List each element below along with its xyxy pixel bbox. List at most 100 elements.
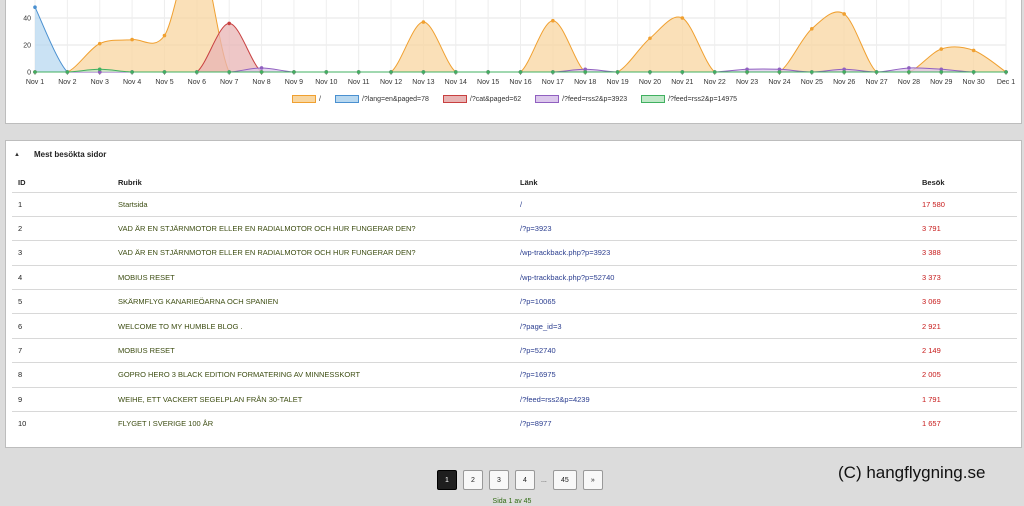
data-point [421, 70, 426, 74]
row-link[interactable]: /?p=16975 [514, 362, 916, 388]
table-row: 4 MOBIUS RESET/wp-trackback.php?p=52740 3 … [12, 264, 1017, 290]
x-tick-label: Nov 10 [315, 79, 337, 86]
page-button-2[interactable]: 2 [463, 470, 483, 490]
data-point [259, 70, 264, 74]
data-point [130, 37, 134, 42]
x-tick-label: Nov 9 [285, 79, 303, 86]
x-tick-label: Nov 26 [833, 79, 855, 86]
pages-table: ID Rubrik Länk Besök 1 Startsida/17 580 2 V… [12, 173, 1017, 436]
x-tick-label: Nov 29 [930, 79, 952, 86]
row-title[interactable]: Startsida [112, 191, 514, 217]
x-tick-label: Nov 19 [607, 79, 629, 86]
legend-item[interactable]: /?feed=rss2&p=14975 [641, 93, 737, 105]
data-point [486, 70, 490, 74]
legend-label: / [319, 95, 321, 103]
legend-label: /?cat&paged=62 [469, 95, 522, 103]
row-visits: 3 791 [916, 215, 1017, 241]
data-point [518, 70, 523, 74]
legend-item[interactable]: /?cat&paged=62 [442, 93, 522, 105]
x-tick-label: Nov 24 [768, 79, 790, 86]
row-title[interactable]: SKÄRMFLYG KANARIEÖARNA OCH SPANIEN [112, 289, 514, 314]
data-point [453, 70, 458, 74]
x-tick-label: Nov 28 [898, 79, 920, 86]
y-tick-label: 0 [27, 70, 31, 77]
col-header-title[interactable]: Rubrik [112, 173, 514, 192]
x-tick-label: Nov 21 [671, 79, 693, 86]
row-title[interactable]: VAD ÄR EN STJÄRNMOTOR ELLER EN RADIALMOT… [112, 215, 514, 241]
table-row: 1 Startsida/17 580 [12, 191, 1017, 217]
row-link[interactable]: /?p=3923 [514, 215, 916, 241]
row-link[interactable]: / [514, 191, 916, 217]
table-row: 5 SKÄRMFLYG KANARIEÖARNA OCH SPANIEN/?p=1… [12, 289, 1017, 314]
row-title[interactable]: GOPRO HERO 3 BLACK EDITION FORMATERING A… [112, 362, 514, 388]
data-point [810, 27, 814, 31]
row-link[interactable]: /wp-trackback.php?p=3923 [514, 240, 916, 266]
row-id: 7 [12, 337, 112, 363]
collapse-caret-icon[interactable]: ▲ [14, 152, 20, 158]
data-point [583, 70, 588, 74]
data-point [33, 5, 37, 9]
x-tick-label: Nov 2 [58, 79, 76, 86]
row-link[interactable]: /?p=52740 [514, 337, 916, 363]
row-visits: 2 005 [916, 362, 1017, 388]
x-tick-label: Nov 7 [220, 79, 238, 86]
data-point [292, 70, 296, 74]
pagination: 1 2 3 4 ... 45 » [437, 470, 603, 490]
row-link[interactable]: /?page_id=3 [514, 313, 916, 339]
x-tick-label: Nov 1 [26, 79, 44, 86]
row-id: 3 [12, 240, 112, 266]
data-point [356, 70, 361, 74]
data-point [648, 36, 652, 41]
data-point [680, 70, 685, 74]
x-tick-label: Nov 3 [91, 79, 109, 86]
x-tick-label: Nov 14 [445, 79, 467, 86]
data-point [227, 21, 231, 26]
data-point [65, 70, 70, 74]
row-title[interactable]: WELCOME TO MY HUMBLE BLOG . [112, 313, 514, 339]
col-header-id[interactable]: ID [12, 173, 112, 192]
legend-item[interactable]: / [292, 93, 321, 105]
page-button-last[interactable]: 45 [552, 470, 577, 490]
data-point [971, 70, 976, 74]
x-tick-label: Nov 18 [574, 79, 596, 86]
data-point [130, 70, 134, 74]
row-link[interactable]: /wp-trackback.php?p=52740 [514, 264, 916, 290]
x-tick-label: Nov 8 [252, 79, 270, 86]
x-tick-label: Nov 6 [188, 79, 206, 86]
next-page-button[interactable]: » [582, 470, 603, 490]
row-link[interactable]: /?feed=rss2&p=4239 [514, 386, 916, 412]
col-header-link[interactable]: Länk [514, 173, 916, 192]
row-visits: 1 657 [916, 411, 1017, 436]
chart-panel: 0 20 40 Nov 1 Nov 2 Nov 3 Nov 4 Nov 5 Nov 6 Nov 7… [5, 0, 1022, 124]
chart-legend: / /?lang=en&paged=78 /?cat&paged=62 /?feed=… [6, 93, 1023, 105]
row-title[interactable]: MOBIUS RESET [112, 337, 514, 363]
legend-swatch [641, 95, 666, 103]
row-title[interactable]: WEIHE, ETT VACKERT SEGELPLAN FRÅN 30-TAL… [112, 386, 514, 412]
page-button-4[interactable]: 4 [515, 470, 535, 490]
col-header-visits[interactable]: Besök [916, 173, 1017, 192]
legend-item[interactable]: /?lang=en&paged=78 [334, 93, 429, 105]
page-button-1[interactable]: 1 [437, 470, 457, 490]
legend-item[interactable]: /?feed=rss2&p=3923 [535, 93, 627, 105]
table-row: 8 GOPRO HERO 3 BLACK EDITION FORMATERING … [12, 362, 1017, 388]
data-point [227, 70, 231, 74]
y-tick-label: 20 [23, 43, 31, 50]
row-link[interactable]: /?p=10065 [514, 289, 916, 314]
row-link[interactable]: /?p=8977 [514, 411, 916, 436]
row-title[interactable]: FLYGET I SVERIGE 100 ÅR [112, 411, 514, 436]
row-visits: 3 069 [916, 289, 1017, 314]
row-title[interactable]: MOBIUS RESET [112, 264, 514, 290]
data-point [162, 33, 167, 38]
data-point [648, 70, 652, 74]
visits-chart: 0 20 40 Nov 1 Nov 2 Nov 3 Nov 4 Nov 5 Nov 6 Nov 7… [23, 0, 1015, 86]
legend-swatch [442, 95, 467, 103]
data-point [259, 66, 264, 70]
data-point [712, 70, 717, 74]
x-tick-label: Nov 25 [801, 79, 823, 86]
x-tick-label: Nov 20 [639, 79, 661, 86]
panel-header[interactable]: ▲ Mest besökta sidor [14, 150, 106, 159]
row-title[interactable]: VAD ÄR EN STJÄRNMOTOR ELLER EN RADIALMOT… [112, 240, 514, 266]
table-row: 9 WEIHE, ETT VACKERT SEGELPLAN FRÅN 30-TA… [12, 386, 1017, 412]
page-button-3[interactable]: 3 [489, 470, 509, 490]
data-point [551, 18, 555, 23]
